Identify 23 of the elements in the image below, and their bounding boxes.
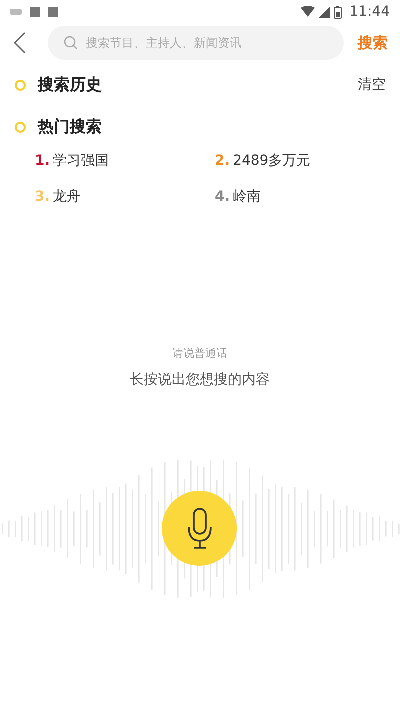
search-field[interactable]: 搜索节目、主持人、新闻资讯 (48, 26, 344, 60)
wifi-icon (300, 6, 315, 18)
hot-search-link[interactable]: 龙舟 (53, 188, 82, 206)
back-icon[interactable] (14, 32, 26, 54)
hot-search-link[interactable]: 岭南 (233, 188, 262, 206)
rank-number: 4. (215, 189, 230, 205)
section-title: 热门搜索 (38, 116, 102, 138)
microphone-icon (186, 508, 212, 550)
hot-search-link[interactable]: 学习强国 (53, 152, 110, 170)
ring-icon (15, 122, 26, 132)
rank-number: 3. (35, 189, 50, 205)
signal-icon (318, 6, 330, 18)
search-icon (64, 36, 78, 50)
rank-number: 2. (215, 153, 230, 169)
hot-search-link[interactable]: 2489多万元 (233, 152, 311, 170)
ring-icon (15, 80, 26, 90)
status-time: 11:44 (350, 4, 390, 20)
voice-prompt: 长按说出您想搜的内容 (130, 371, 270, 389)
section-title: 搜索历史 (38, 74, 102, 96)
battery-icon (334, 6, 342, 18)
clear-button[interactable]: 清空 (358, 76, 386, 94)
rank-number: 1. (35, 153, 50, 169)
voice-hint: 请说普通话 (172, 346, 228, 361)
